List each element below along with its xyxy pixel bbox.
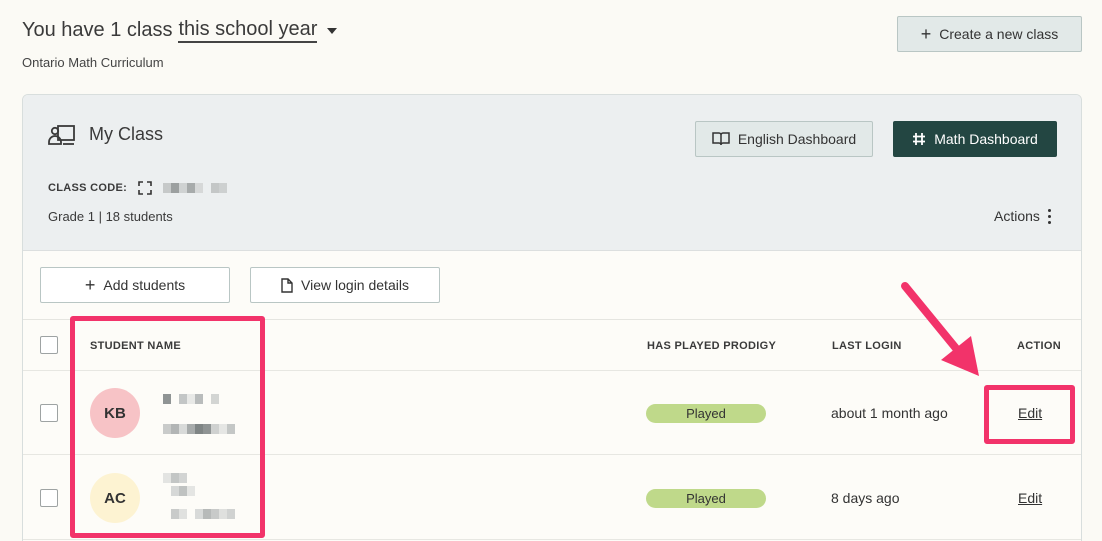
column-has-played: HAS PLAYED PRODIGY (647, 340, 777, 352)
english-dashboard-button[interactable]: English Dashboard (695, 121, 873, 157)
edit-link[interactable]: Edit (1018, 490, 1042, 506)
plus-icon: + (920, 24, 932, 44)
played-badge: Played (646, 489, 766, 508)
row-checkbox[interactable] (40, 489, 58, 507)
row-checkbox[interactable] (40, 404, 58, 422)
create-class-button[interactable]: + Create a new class (897, 16, 1082, 52)
caret-down-icon[interactable] (327, 27, 338, 34)
school-year-selector[interactable]: this school year (178, 18, 318, 43)
add-students-button[interactable]: + Add students (40, 267, 230, 303)
kebab-icon (1047, 208, 1051, 224)
title-prefix: You have 1 class (22, 19, 173, 41)
select-all-checkbox[interactable] (40, 336, 58, 354)
expand-code-icon[interactable] (138, 181, 152, 200)
classroom-icon (48, 124, 76, 153)
page-title: You have 1 class this school year (22, 18, 338, 43)
actions-menu[interactable]: Actions (994, 208, 1051, 224)
edit-highlight (984, 385, 1075, 444)
document-icon (281, 277, 293, 293)
column-action: ACTION (1017, 340, 1061, 352)
curriculum-label: Ontario Math Curriculum (22, 55, 164, 70)
last-login: about 1 month ago (831, 405, 948, 421)
book-icon (712, 132, 730, 146)
class-name: My Class (89, 124, 164, 144)
view-login-details-button[interactable]: View login details (250, 267, 440, 303)
plus-icon: + (84, 275, 96, 295)
student-name-highlight (70, 316, 265, 538)
column-last-login: LAST LOGIN (832, 340, 902, 352)
arrow-annotation-icon (901, 282, 979, 376)
last-login: 8 days ago (831, 490, 900, 506)
class-code-redacted (163, 183, 227, 193)
class-card-header: My Class English Dashboard Math Dashboar… (23, 95, 1081, 251)
played-badge: Played (646, 404, 766, 423)
class-code-label: CLASS CODE: (48, 182, 128, 194)
grade-info: Grade 1 | 18 students (48, 209, 173, 224)
hash-icon (913, 133, 926, 145)
math-dashboard-button[interactable]: Math Dashboard (893, 121, 1057, 157)
